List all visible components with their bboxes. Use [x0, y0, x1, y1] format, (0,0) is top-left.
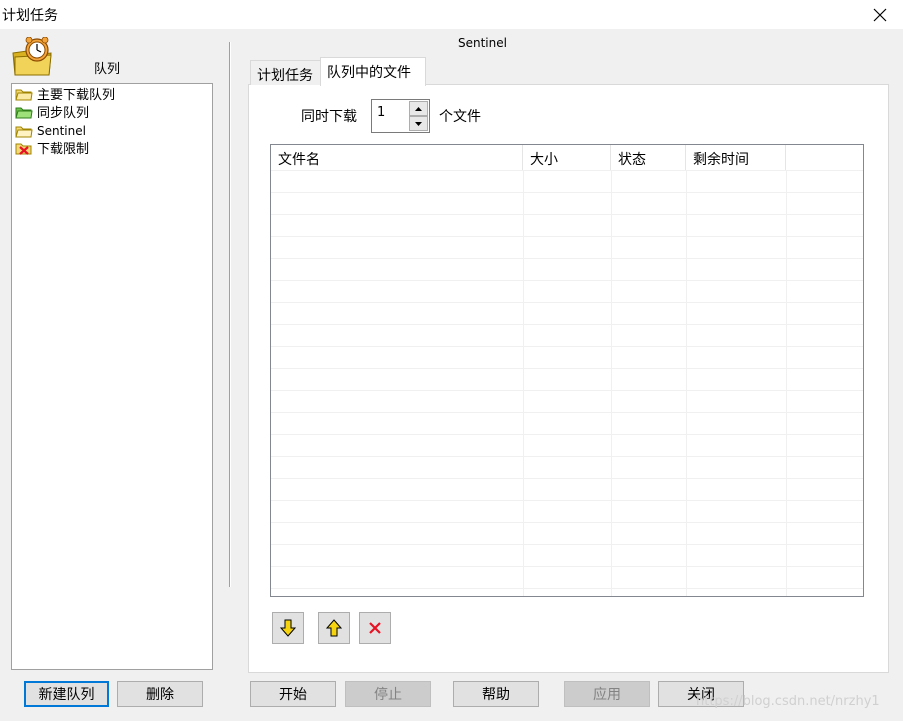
queue-name-header: Sentinel — [458, 36, 507, 50]
queue-item-main-download[interactable]: 主要下载队列 — [15, 85, 115, 103]
window-title: 计划任务 — [2, 8, 58, 24]
remove-file-button[interactable] — [359, 612, 391, 644]
column-divider — [786, 170, 787, 596]
table-row — [271, 544, 863, 566]
close-icon[interactable] — [857, 0, 903, 29]
delete-x-icon — [369, 622, 381, 634]
chevron-down-icon — [415, 121, 422, 126]
table-row — [271, 170, 863, 192]
new-queue-button[interactable]: 新建队列 — [24, 681, 109, 707]
chevron-up-icon — [415, 106, 422, 111]
arrow-down-icon — [280, 619, 296, 637]
stepper-up-button[interactable] — [409, 101, 428, 116]
table-row — [271, 522, 863, 544]
table-row — [271, 368, 863, 390]
table-row — [271, 346, 863, 368]
files-table[interactable]: 文件名 大小 状态 剩余时间 — [270, 144, 864, 597]
table-row — [271, 566, 863, 588]
table-row — [271, 434, 863, 456]
concurrent-label: 同时下载 — [301, 109, 357, 125]
folder-green-icon — [15, 107, 33, 118]
apply-button[interactable]: 应用 — [564, 681, 650, 707]
table-row — [271, 390, 863, 412]
queue-item-download-limit[interactable]: 下载限制 — [15, 139, 89, 157]
queue-tree[interactable]: 主要下载队列 同步队列 Sentinel 下载限制 — [11, 83, 213, 670]
table-row — [271, 456, 863, 478]
move-up-button[interactable] — [318, 612, 350, 644]
concurrent-suffix: 个文件 — [439, 109, 481, 125]
column-divider — [611, 170, 612, 596]
move-down-button[interactable] — [272, 612, 304, 644]
column-header-size[interactable]: 大小 — [523, 145, 611, 170]
concurrent-value[interactable]: 1 — [377, 105, 385, 120]
column-header-time-left[interactable]: 剩余时间 — [686, 145, 786, 170]
column-divider — [523, 170, 524, 596]
tab-files-in-queue[interactable]: 队列中的文件 — [320, 57, 426, 86]
pane-divider — [229, 42, 231, 587]
folder-yellow-icon — [15, 126, 33, 137]
stop-button[interactable]: 停止 — [345, 681, 431, 707]
table-row — [271, 214, 863, 236]
column-header-status[interactable]: 状态 — [611, 145, 686, 170]
table-row — [271, 302, 863, 324]
queue-item-sync[interactable]: 同步队列 — [15, 103, 89, 121]
folder-yellow-icon — [15, 89, 33, 100]
concurrent-downloads-stepper[interactable]: 1 — [371, 99, 430, 133]
table-row — [271, 192, 863, 214]
delete-queue-button[interactable]: 删除 — [117, 681, 203, 707]
table-row — [271, 324, 863, 346]
tab-schedule[interactable]: 计划任务 — [250, 60, 321, 85]
table-row — [271, 500, 863, 522]
table-row — [271, 280, 863, 302]
title-bar: 计划任务 — [0, 0, 903, 29]
queue-label: 队列 — [94, 62, 121, 77]
column-header-filename[interactable]: 文件名 — [271, 145, 523, 170]
table-row — [271, 258, 863, 280]
table-row — [271, 236, 863, 258]
stepper-down-button[interactable] — [409, 116, 428, 131]
queue-item-sentinel[interactable]: Sentinel — [15, 122, 86, 139]
table-row — [271, 478, 863, 500]
help-button[interactable]: 帮助 — [453, 681, 539, 707]
table-row — [271, 412, 863, 434]
table-row — [271, 588, 863, 596]
folder-blocked-icon — [15, 143, 32, 155]
start-button[interactable]: 开始 — [250, 681, 336, 707]
column-divider — [686, 170, 687, 596]
alarm-clock-folder-icon — [11, 36, 53, 77]
arrow-up-icon — [326, 619, 342, 637]
watermark-text: https://blog.csdn.net/nrzhy1 — [696, 694, 880, 709]
